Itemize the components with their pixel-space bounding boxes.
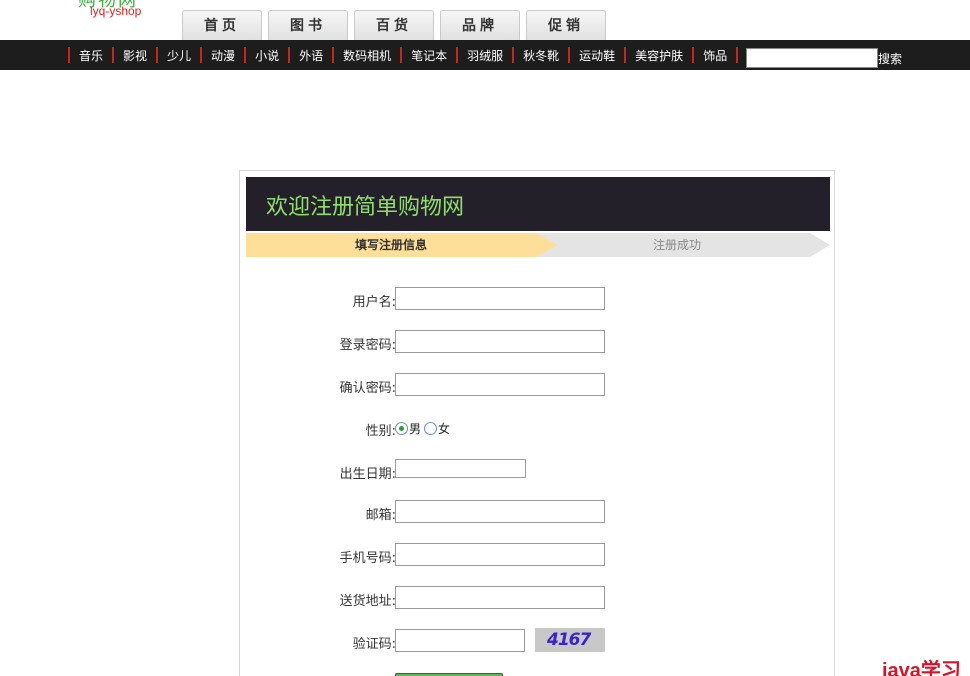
nav-item-camera[interactable]: 数码相机 <box>332 40 400 70</box>
nav-item-label: 饰品 <box>703 48 728 63</box>
form-row-address: 送货地址: <box>240 586 836 610</box>
nav-item-label: 运动鞋 <box>579 48 616 63</box>
form-row-username: 用户名: <box>240 287 836 311</box>
nav-item-label: 羽绒服 <box>467 48 504 63</box>
gender-female-label[interactable]: 女 <box>438 420 450 437</box>
confirm-password-label: 确认密码: <box>339 381 396 396</box>
nav-item-label: 动漫 <box>211 48 236 63</box>
nav-item-label: 少儿 <box>167 48 192 63</box>
email-input[interactable] <box>395 500 605 523</box>
nav-item-label: 秋冬靴 <box>523 48 560 63</box>
nav-item-label: 外语 <box>299 48 324 63</box>
register-title: 欢迎注册简单购物网 <box>266 195 465 220</box>
step-fill-info: 填写注册信息 <box>246 233 558 257</box>
nav-item-label: 笔记本 <box>411 48 448 63</box>
tab-home[interactable]: 首页 <box>182 10 262 40</box>
form-row-captcha: 验证码: 4167 <box>240 628 836 653</box>
phone-input[interactable] <box>395 543 605 566</box>
address-input[interactable] <box>395 586 605 609</box>
captcha-image[interactable]: 4167 <box>535 628 605 652</box>
form-row-confirm: 确认密码: <box>240 373 836 397</box>
captcha-input[interactable] <box>395 629 525 652</box>
nav-item-accessories[interactable]: 饰品 <box>692 40 739 70</box>
birthday-input[interactable] <box>395 459 526 478</box>
username-label: 用户名: <box>352 295 396 310</box>
logo-sub-text: lyq-yshop <box>90 4 142 18</box>
nav-item-downcoat[interactable]: 羽绒服 <box>456 40 512 70</box>
email-label: 邮箱: <box>365 508 396 523</box>
nav-item-label: 美容护肤 <box>635 48 684 63</box>
gender-radio-group: 男 女 <box>395 420 453 437</box>
nav-item-sneakers[interactable]: 运动鞋 <box>568 40 624 70</box>
nav-item-label: 数码相机 <box>343 48 392 63</box>
tab-books[interactable]: 图书 <box>268 10 348 40</box>
step-success: 注册成功 <box>536 233 830 257</box>
gender-radio-male[interactable] <box>395 422 408 435</box>
site-logo[interactable]: 购物网 lyq-yshop <box>78 0 168 22</box>
gender-radio-female[interactable] <box>424 422 438 435</box>
nav-item-label: 小说 <box>255 48 280 63</box>
nav-item-music[interactable]: 音乐 <box>68 40 112 70</box>
tab-goods[interactable]: 百货 <box>354 10 434 40</box>
password-input[interactable] <box>395 330 605 353</box>
password-label: 登录密码: <box>339 338 396 353</box>
register-panel: 欢迎注册简单购物网 填写注册信息 注册成功 用户名: 登录密码: 确认密码: 性… <box>239 170 835 676</box>
tab-brands[interactable]: 品牌 <box>440 10 520 40</box>
search-input[interactable] <box>746 48 878 68</box>
tab-promo[interactable]: 促销 <box>526 10 606 40</box>
gender-male-label[interactable]: 男 <box>409 420 421 437</box>
nav-item-label: 音乐 <box>79 48 104 63</box>
form-row-phone: 手机号码: <box>240 543 836 567</box>
register-title-bar: 欢迎注册简单购物网 <box>246 177 830 231</box>
nav-item-anime[interactable]: 动漫 <box>200 40 244 70</box>
captcha-code: 4167 <box>547 630 591 650</box>
form-row-password: 登录密码: <box>240 330 836 354</box>
form-row-gender: 性别: 男 女 <box>240 416 836 440</box>
nav-separator <box>736 47 739 63</box>
form-row-email: 邮箱: <box>240 500 836 524</box>
nav-item-label: 影视 <box>123 48 148 63</box>
address-label: 送货地址: <box>339 594 396 609</box>
watermark-text: java学习 <box>882 660 961 676</box>
gender-label: 性别: <box>365 424 396 439</box>
username-input[interactable] <box>395 287 605 310</box>
nav-item-film[interactable]: 影视 <box>112 40 156 70</box>
step-success-label: 注册成功 <box>652 238 701 252</box>
nav-item-language[interactable]: 外语 <box>288 40 332 70</box>
category-nav-list: 音乐 影视 少儿 动漫 小说 外语 数码相机 笔记本 羽绒服 秋冬靴 运动鞋 美… <box>68 40 739 70</box>
search-button[interactable]: 搜索 <box>878 50 902 67</box>
nav-item-boots[interactable]: 秋冬靴 <box>512 40 568 70</box>
nav-item-kids[interactable]: 少儿 <box>156 40 200 70</box>
confirm-password-input[interactable] <box>395 373 605 396</box>
form-row-birthday: 出生日期: <box>240 459 836 483</box>
captcha-label: 验证码: <box>352 637 396 652</box>
nav-item-novel[interactable]: 小说 <box>244 40 288 70</box>
nav-item-laptop[interactable]: 笔记本 <box>400 40 456 70</box>
birthday-label: 出生日期: <box>339 467 396 482</box>
nav-item-beauty[interactable]: 美容护肤 <box>624 40 692 70</box>
phone-label: 手机号码: <box>339 551 396 566</box>
